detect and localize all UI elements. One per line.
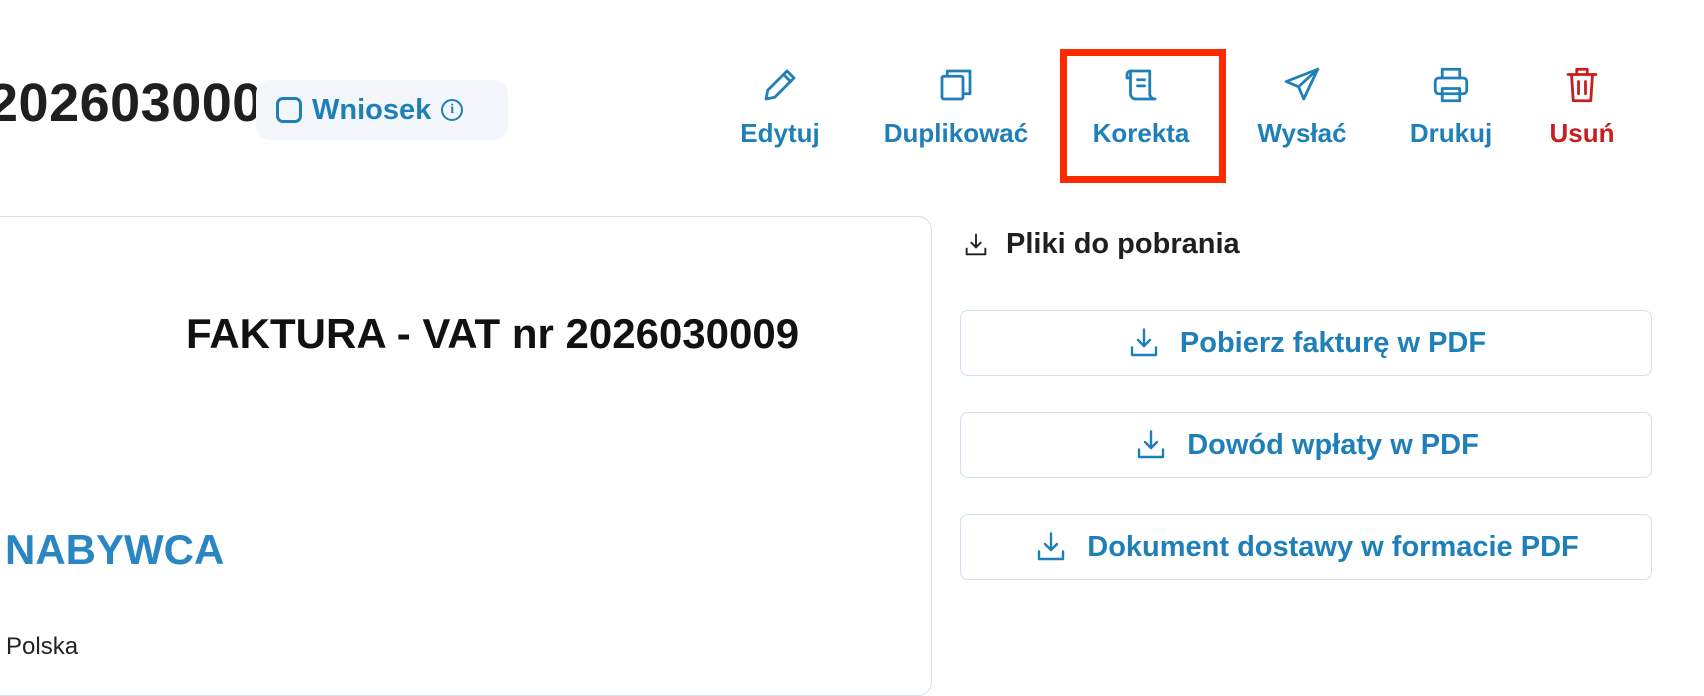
trash-icon (1566, 67, 1598, 103)
duplicate-icon (940, 69, 972, 101)
invoice-preview-card (0, 216, 932, 696)
download-icon (1130, 328, 1158, 357)
action-toolbar: Edytuj Duplikować Korekta Wysłać Drukuj (0, 58, 1704, 173)
download-icon (965, 233, 987, 255)
duplicate-button[interactable]: Duplikować (878, 58, 1034, 173)
edit-button[interactable]: Edytuj (735, 58, 825, 173)
download-invoice-pdf-label: Pobierz fakturę w PDF (1179, 326, 1487, 359)
downloads-heading: Pliki do pobrania (962, 228, 1240, 261)
highlight-annotation (1060, 49, 1226, 183)
delete-button[interactable]: Usuń (1545, 58, 1619, 173)
invoice-document-title: FAKTURA - VAT nr 2026030009 (186, 310, 800, 357)
download-icon (1038, 532, 1065, 561)
download-icon (1137, 430, 1165, 459)
buyer-country: Polska (6, 633, 79, 660)
print-label: Drukuj (1409, 118, 1493, 148)
download-payment-proof-button[interactable]: Dowód wpłaty w PDF (960, 412, 1652, 478)
buyer-heading: NABYWCA (5, 526, 225, 573)
download-payment-proof-label: Dowód wpłaty w PDF (1187, 428, 1479, 461)
send-label: Wysłać (1257, 118, 1347, 148)
download-invoice-pdf-button[interactable]: Pobierz fakturę w PDF (960, 310, 1652, 376)
print-button[interactable]: Drukuj (1404, 58, 1498, 173)
send-button[interactable]: Wysłać (1250, 58, 1354, 173)
download-delivery-doc-button[interactable]: Dokument dostawy w formacie PDF (960, 514, 1652, 580)
duplicate-label: Duplikować (883, 118, 1029, 148)
download-delivery-doc-label: Dokument dostawy w formacie PDF (1087, 530, 1579, 563)
downloads-title: Pliki do pobrania (1006, 228, 1240, 260)
edit-label: Edytuj (740, 118, 820, 148)
printer-icon (1433, 67, 1469, 103)
pencil-icon (764, 69, 796, 101)
delete-label: Usuń (1549, 118, 1615, 148)
send-icon (1284, 67, 1320, 101)
